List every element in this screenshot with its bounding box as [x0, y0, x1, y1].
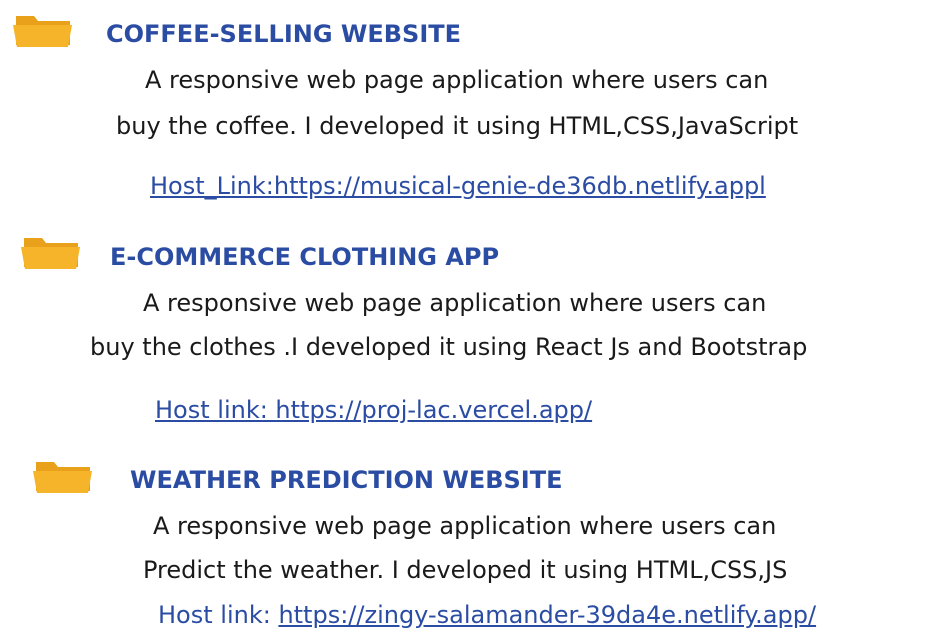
folder-icon [12, 12, 74, 48]
host-link[interactable]: Host link: https://proj-lac.vercel.app/ [155, 396, 592, 424]
project-description-line: A responsive web page application where … [153, 512, 777, 540]
host-link-prefix: Host link: [158, 601, 279, 629]
host-link[interactable]: Host_Link:https://musical-genie-de36db.n… [150, 172, 766, 200]
project-host-link-weather[interactable]: Host link: https://zingy-salamander-39da… [158, 601, 816, 629]
folder-icon [32, 458, 94, 494]
project-description-line: buy the clothes .I developed it using Re… [90, 333, 808, 361]
project-host-link-ecommerce[interactable]: Host link: https://proj-lac.vercel.app/ [155, 396, 592, 424]
project-title-ecommerce: E-COMMERCE CLOTHING APP [110, 243, 500, 271]
project-description-line: buy the coffee. I developed it using HTM… [116, 112, 799, 140]
host-link[interactable]: https://zingy-salamander-39da4e.netlify.… [278, 601, 816, 629]
project-description-line: A responsive web page application where … [145, 66, 769, 94]
project-title-weather: WEATHER PREDICTION WEBSITE [130, 466, 563, 494]
folder-icon [20, 234, 82, 270]
project-description-line: Predict the weather. I developed it usin… [143, 556, 788, 584]
project-description-line: A responsive web page application where … [143, 289, 767, 317]
project-host-link-coffee[interactable]: Host_Link:https://musical-genie-de36db.n… [150, 172, 766, 200]
project-title-coffee: COFFEE-SELLING WEBSITE [106, 20, 462, 48]
